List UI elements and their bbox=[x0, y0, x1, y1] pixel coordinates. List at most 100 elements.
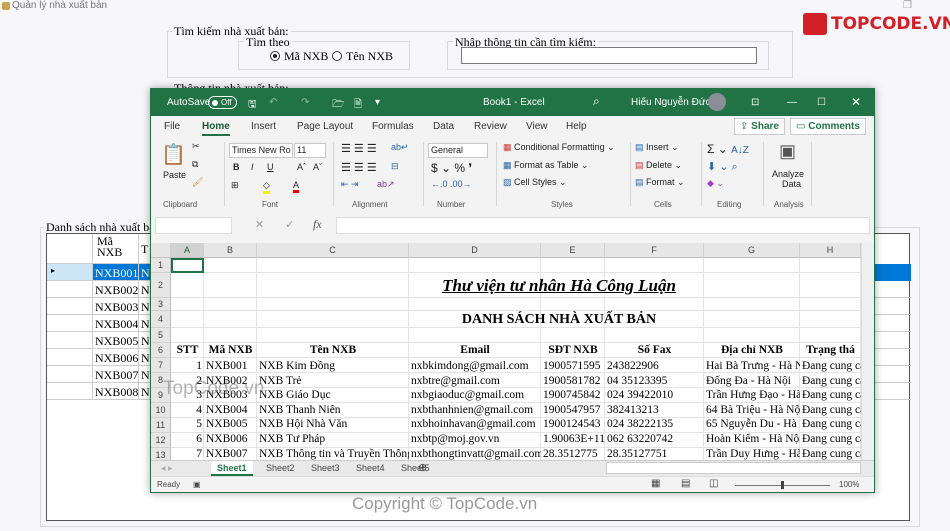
grid-cell-ma-nxb[interactable]: NXB002 bbox=[93, 281, 139, 298]
share-button[interactable]: ⇪ Share bbox=[734, 118, 785, 135]
row-header[interactable]: 6 bbox=[151, 343, 171, 358]
save-icon[interactable]: 🖫 bbox=[248, 97, 257, 114]
data-cell[interactable]: NXB001 bbox=[204, 359, 257, 373]
maximize-button[interactable]: ☐ bbox=[817, 97, 826, 108]
data-cell[interactable]: 024 39422010 bbox=[605, 388, 704, 402]
cell[interactable] bbox=[204, 311, 257, 328]
cell[interactable] bbox=[204, 328, 257, 343]
tab-file[interactable]: File bbox=[164, 121, 180, 132]
cancel-icon[interactable]: ✕ bbox=[255, 218, 264, 231]
grid-row-header[interactable]: ▸ bbox=[47, 264, 93, 281]
cell[interactable] bbox=[800, 298, 861, 311]
cell[interactable] bbox=[800, 258, 861, 273]
data-cell[interactable]: 1900547957 bbox=[541, 403, 605, 417]
data-cell[interactable]: 382413213 bbox=[605, 403, 704, 417]
conditional-formatting-button[interactable]: ▦ Conditional Formatting ⌄ bbox=[503, 142, 615, 153]
data-cell[interactable]: NXB Thông tin và Truyền Thông bbox=[257, 447, 409, 460]
delete-cells-button[interactable]: ▤ Delete ⌄ bbox=[635, 160, 682, 171]
tab-home[interactable]: Home bbox=[202, 121, 230, 136]
column-header-e[interactable]: E bbox=[541, 243, 605, 258]
data-cell[interactable]: nxbthanhnien@gmail.com bbox=[409, 403, 541, 417]
cell[interactable] bbox=[257, 298, 409, 311]
data-cell[interactable]: Đống Đa - Hà Nội bbox=[704, 374, 800, 388]
data-cell[interactable]: NXB005 bbox=[204, 417, 257, 431]
data-cell[interactable]: Đang cung cấ bbox=[800, 417, 861, 431]
font-shrink-icon[interactable]: Aˇ bbox=[313, 162, 322, 172]
data-cell[interactable]: 062 63220742 bbox=[605, 432, 704, 446]
header-cell[interactable]: Trạng thá bbox=[800, 343, 861, 357]
data-cell[interactable]: Đang cung cấ bbox=[800, 359, 861, 373]
cell[interactable] bbox=[171, 298, 204, 311]
cell[interactable] bbox=[409, 258, 541, 273]
data-cell[interactable]: 243822906 bbox=[605, 359, 704, 373]
data-cell[interactable]: NXB Hội Nhà Văn bbox=[257, 417, 409, 431]
cell[interactable] bbox=[605, 328, 704, 343]
orientation-icon[interactable]: ab↗ bbox=[377, 179, 395, 190]
cell[interactable] bbox=[605, 258, 704, 273]
sheet-tab-sheet1[interactable]: Sheet1 bbox=[211, 461, 253, 476]
sheet-title-cell[interactable]: Thư viện tư nhân Hà Công Luận bbox=[257, 276, 861, 296]
excel-window[interactable]: AutoSave Off 🖫 ↶ ↷ 🗁 🗎 ▾ Book1 - Excel ⌕… bbox=[150, 88, 875, 493]
tab-view[interactable]: View bbox=[526, 121, 548, 132]
cell[interactable] bbox=[704, 328, 800, 343]
data-cell[interactable]: Đang cung cấ bbox=[800, 447, 861, 460]
data-cell[interactable]: 5 bbox=[171, 417, 204, 431]
data-cell[interactable]: 28.35127751 bbox=[605, 447, 704, 460]
row-header[interactable]: 4 bbox=[151, 311, 171, 328]
data-cell[interactable]: Đang cung cấ bbox=[800, 432, 861, 446]
cell[interactable] bbox=[800, 328, 861, 343]
clear-icon[interactable]: ◆ ⌄ bbox=[707, 178, 724, 189]
number-format-select[interactable]: General bbox=[428, 143, 488, 158]
row-header[interactable]: 12 bbox=[151, 433, 171, 448]
data-cell[interactable]: NXB Trẻ bbox=[257, 374, 409, 388]
ribbon-display-icon[interactable]: ⊡ bbox=[751, 97, 759, 108]
zoom-slider-thumb[interactable] bbox=[781, 481, 784, 489]
cell[interactable] bbox=[605, 298, 704, 311]
grid-cell-ma-nxb[interactable]: NXB001 bbox=[93, 264, 139, 281]
column-header-c[interactable]: C bbox=[257, 243, 409, 258]
close-button[interactable]: ✕ bbox=[851, 95, 861, 109]
cell[interactable] bbox=[409, 328, 541, 343]
radio-ten-nxb[interactable]: Tên NXB bbox=[332, 49, 393, 64]
redo-icon[interactable]: ↷ bbox=[301, 97, 309, 108]
cell[interactable] bbox=[704, 298, 800, 311]
cell[interactable] bbox=[541, 258, 605, 273]
data-cell[interactable]: Đang cung cấ bbox=[800, 374, 861, 388]
column-header-g[interactable]: G bbox=[704, 243, 800, 258]
header-cell[interactable]: Mã NXB bbox=[204, 343, 257, 357]
cell[interactable] bbox=[204, 298, 257, 311]
grid-cell-ma-nxb[interactable]: NXB005 bbox=[93, 332, 139, 349]
cell[interactable] bbox=[257, 328, 409, 343]
data-cell[interactable]: 1900124543 bbox=[541, 417, 605, 431]
search-icon[interactable]: ⌕ bbox=[593, 94, 600, 109]
fill-color-icon[interactable]: ◇ bbox=[263, 180, 270, 194]
row-header[interactable]: 5 bbox=[151, 328, 171, 343]
autosave-toggle[interactable]: Off bbox=[208, 96, 237, 109]
cell[interactable] bbox=[541, 328, 605, 343]
insert-function-icon[interactable]: fx bbox=[313, 217, 322, 232]
align-left-icon[interactable]: ☰ ☰ ☰ bbox=[341, 161, 377, 174]
align-top-icon[interactable]: ☰ ☰ ☰ bbox=[341, 142, 377, 155]
data-cell[interactable]: 024 38222135 bbox=[605, 417, 704, 431]
worksheet-grid[interactable]: A B C D E F G H 1 2 3 4 5 6 7 8 9 10 11 12 13 Thư viện tư nhâ… bbox=[151, 243, 874, 460]
data-cell[interactable]: NXB006 bbox=[204, 432, 257, 446]
row-header[interactable]: 13 bbox=[151, 448, 171, 460]
tab-help[interactable]: Help bbox=[566, 121, 587, 132]
print-preview-icon[interactable]: 🗎 bbox=[354, 97, 362, 114]
data-cell[interactable]: 1900745842 bbox=[541, 388, 605, 402]
data-cell[interactable]: NXB Tư Pháp bbox=[257, 432, 409, 446]
currency-icon[interactable]: $ ⌄ % ❜ bbox=[431, 161, 472, 175]
data-cell[interactable]: 7 bbox=[171, 447, 204, 460]
italic-icon[interactable]: I bbox=[251, 162, 254, 172]
zoom-level[interactable]: 100% bbox=[839, 480, 859, 489]
data-cell[interactable]: nxbthongtinvatt@gmail.com bbox=[409, 447, 541, 460]
data-cell[interactable]: 04 35123395 bbox=[605, 374, 704, 388]
avatar[interactable] bbox=[708, 93, 726, 111]
data-cell[interactable]: 1 bbox=[171, 359, 204, 373]
row-header[interactable]: 7 bbox=[151, 358, 171, 373]
grid-cell-ma-nxb[interactable]: NXB008 bbox=[93, 383, 139, 400]
radio-ma-nxb[interactable]: Mã NXB bbox=[270, 49, 328, 64]
cell[interactable] bbox=[541, 298, 605, 311]
data-cell[interactable]: NXB Kim Đồng bbox=[257, 359, 409, 373]
data-cell[interactable]: nxbkimdong@gmail.com bbox=[409, 359, 541, 373]
